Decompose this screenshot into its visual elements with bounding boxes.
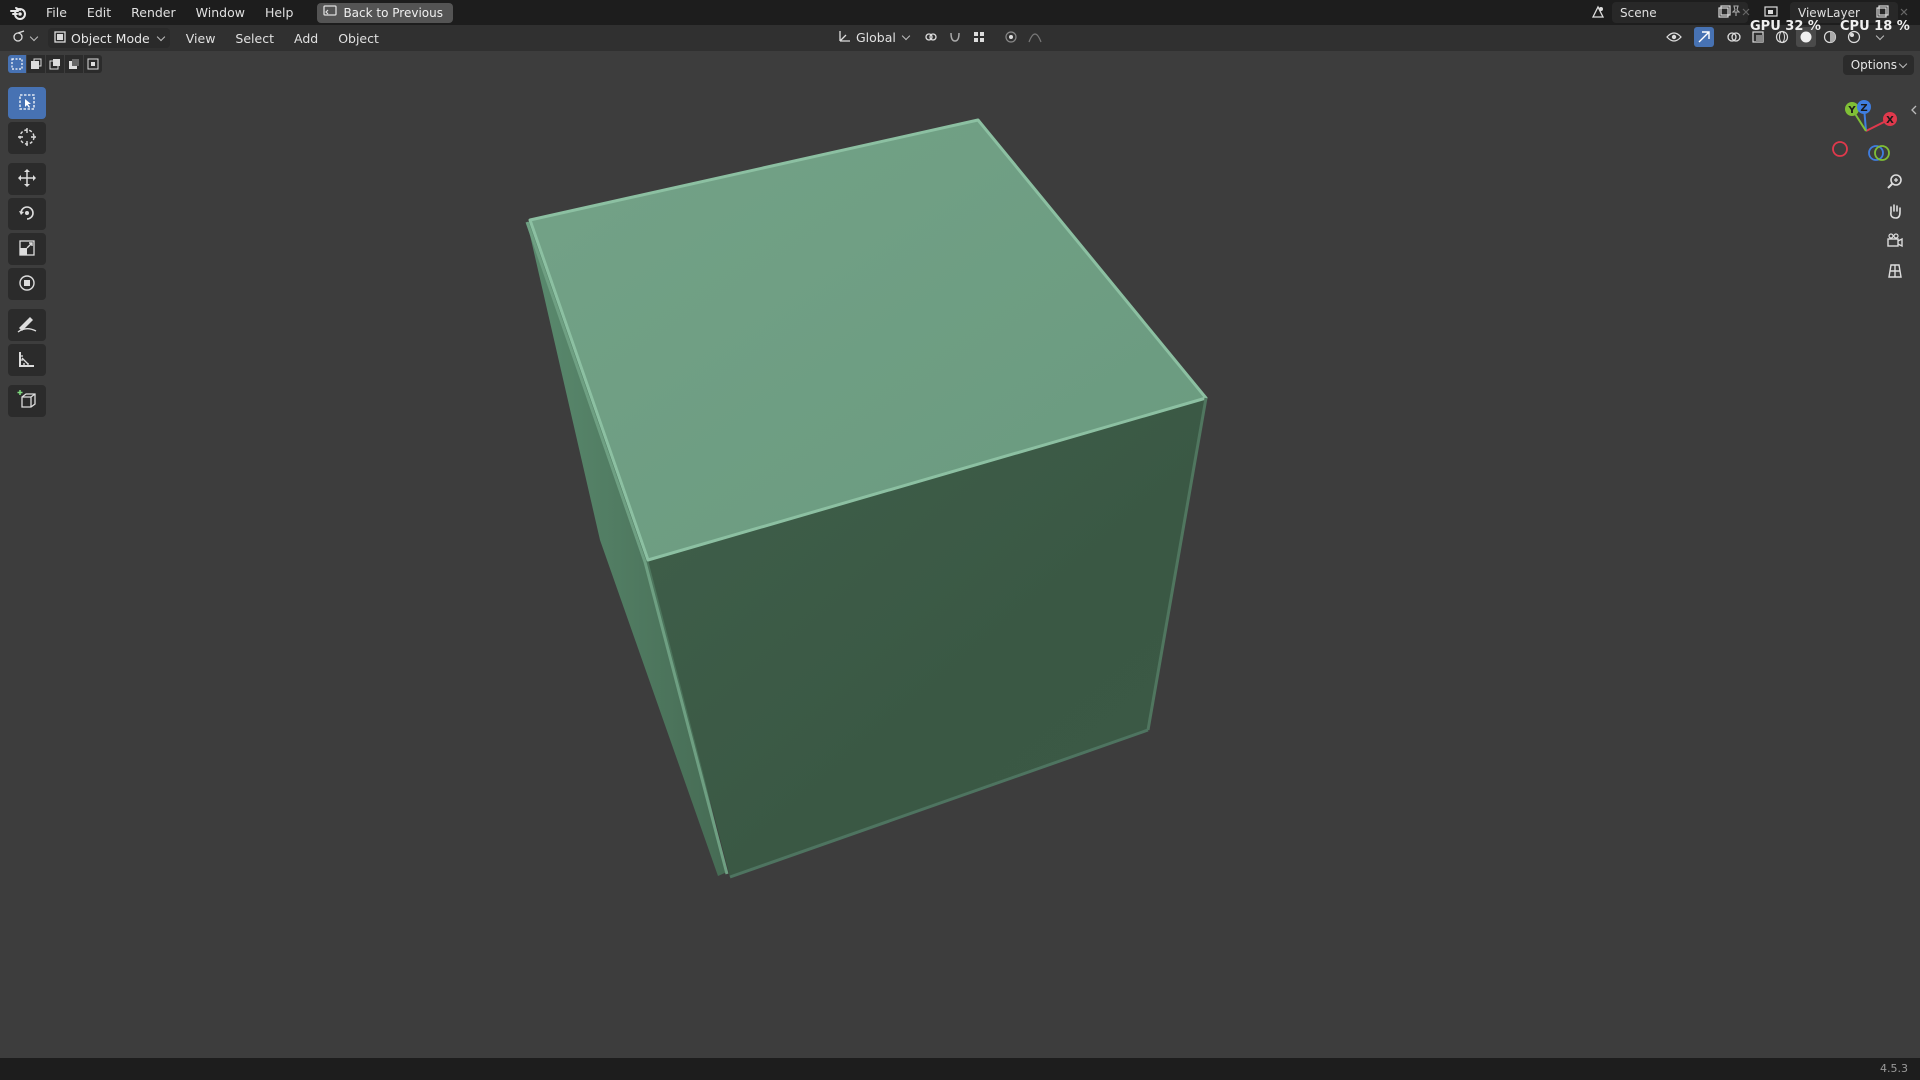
grid-icon (1886, 262, 1904, 283)
navigation-gizmo[interactable]: Y Z X (1822, 91, 1902, 171)
tool-rotate[interactable] (8, 198, 46, 230)
menu-window[interactable]: Window (186, 0, 255, 25)
snap-target-icon[interactable] (969, 27, 989, 47)
options-label: Options (1850, 58, 1897, 72)
gizmo-neg-x[interactable] (1832, 141, 1848, 157)
pivot-point-icon[interactable] (921, 27, 941, 47)
back-to-previous-button[interactable]: Back to Previous (317, 2, 453, 23)
chevron-down-icon (901, 31, 911, 40)
select-invert-icon[interactable] (65, 55, 83, 73)
header-menu-add[interactable]: Add (284, 26, 328, 51)
cpu-usage: CPU 18 % (1840, 19, 1910, 34)
tool-scale[interactable] (8, 233, 46, 265)
select-box-icon (18, 93, 36, 114)
gizmo-z-label: Z (1860, 103, 1867, 114)
zoom-view-button[interactable] (1882, 169, 1908, 195)
selection-mode-group (8, 55, 102, 73)
header-menu-view[interactable]: View (176, 26, 226, 51)
shading-material-icon[interactable] (1820, 27, 1840, 47)
gizmo-x-label: X (1886, 115, 1894, 126)
options-dropdown[interactable]: Options (1842, 55, 1914, 75)
blender-logo-icon[interactable] (0, 0, 36, 25)
move-arrows-icon (17, 168, 37, 191)
editor-type-selector[interactable] (12, 28, 40, 48)
scale-icon (17, 238, 37, 261)
proportional-editing-icon[interactable] (1001, 27, 1021, 47)
select-intersect-icon[interactable] (84, 55, 102, 73)
camera-icon (1886, 232, 1904, 253)
falloff-icon[interactable] (1025, 27, 1045, 47)
transform-icon (17, 273, 37, 296)
select-new-icon[interactable] (8, 55, 26, 73)
view-layer-name: ViewLayer (1798, 5, 1860, 20)
menu-file[interactable]: File (36, 0, 77, 25)
tool-cursor[interactable] (8, 122, 46, 154)
chevron-down-icon (29, 32, 39, 41)
gizmo-toggle-icon[interactable] (1694, 27, 1714, 47)
viewport-canvas (525, 118, 1208, 879)
tool-move[interactable] (8, 163, 46, 195)
transform-orientation-dropdown[interactable]: Global (838, 27, 911, 47)
rotate-icon (17, 203, 37, 226)
tool-add-cube[interactable] (8, 385, 46, 417)
select-subtract-icon[interactable] (46, 55, 64, 73)
gizmo-y-label: Y (1847, 105, 1856, 116)
tool-select-box[interactable] (8, 87, 46, 119)
hand-icon (1886, 202, 1904, 223)
overlays-icon[interactable] (1724, 27, 1744, 47)
pan-view-button[interactable] (1882, 199, 1908, 225)
tool-transform[interactable] (8, 268, 46, 300)
scene-name: Scene (1620, 5, 1657, 20)
camera-view-button[interactable] (1882, 229, 1908, 255)
header-menu-select[interactable]: Select (225, 26, 284, 51)
zoom-magnifier-icon (1886, 172, 1904, 193)
back-screen-icon (323, 5, 338, 20)
status-bar: 4.5.3 (0, 1058, 1920, 1080)
menu-render[interactable]: Render (121, 0, 186, 25)
tool-measure[interactable] (8, 344, 46, 376)
select-extend-icon[interactable] (27, 55, 45, 73)
object-mode-icon (54, 30, 66, 46)
new-scene-icon[interactable] (1714, 2, 1734, 22)
ortho-toggle-button[interactable] (1882, 259, 1908, 285)
tool-annotate[interactable] (8, 309, 46, 341)
orientation-label: Global (856, 29, 896, 45)
scene-type-icon[interactable] (1588, 2, 1608, 22)
snap-toggle-icon[interactable] (945, 27, 965, 47)
sidebar-toggle-icon[interactable] (1910, 104, 1918, 118)
menu-edit[interactable]: Edit (77, 0, 121, 25)
measure-ruler-icon (17, 349, 37, 372)
mode-dropdown[interactable]: Object Mode (48, 28, 170, 48)
annotate-pencil-icon (16, 314, 38, 337)
tool-shelf (8, 87, 48, 420)
3d-viewport[interactable]: Y Z X (0, 51, 1920, 1058)
orientation-axes-icon (838, 29, 852, 46)
cursor-crosshair-icon (17, 127, 37, 150)
version-label: 4.5.3 (1880, 1062, 1908, 1075)
header-menu-object[interactable]: Object (328, 26, 389, 51)
chevron-down-icon (156, 32, 165, 41)
add-cube-icon (16, 389, 38, 414)
visibility-eye-icon[interactable] (1664, 27, 1684, 47)
3d-viewport-icon (12, 29, 28, 47)
back-to-previous-label: Back to Previous (343, 5, 443, 20)
menu-help[interactable]: Help (255, 0, 304, 25)
chevron-down-icon (1898, 59, 1908, 68)
mode-label: Object Mode (71, 30, 150, 46)
gpu-usage: GPU 32 % (1750, 19, 1821, 34)
